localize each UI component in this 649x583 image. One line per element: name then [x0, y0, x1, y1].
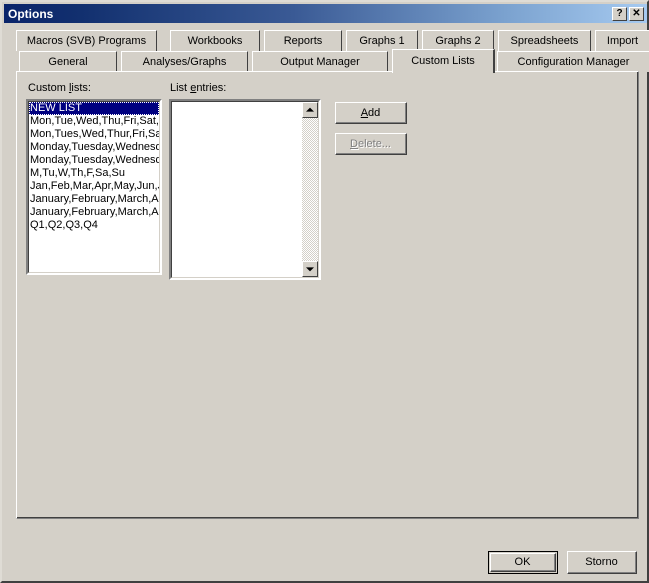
tab-custom-lists[interactable]: Custom Lists [392, 49, 495, 73]
close-icon[interactable]: ✕ [629, 6, 644, 21]
list-item[interactable]: Monday,Tuesday,Wednesday,Thursday,Friday… [29, 141, 159, 154]
add-button-label: Add [336, 103, 406, 123]
list-item[interactable]: Monday,Tuesday,Wednesday,Thursday,Friday… [29, 154, 159, 167]
delete-button: Delete... [335, 133, 407, 155]
list-item[interactable]: NEW LIST [29, 102, 159, 115]
cancel-button-label: Storno [568, 552, 636, 573]
list-entries-listbox[interactable] [169, 99, 321, 280]
tab-workbooks[interactable]: Workbooks [170, 30, 260, 51]
tab-general[interactable]: General [19, 51, 117, 72]
custom-lists-items: NEW LISTMon,Tue,Wed,Thu,Fri,Sat,SunMon,T… [29, 102, 159, 272]
list-item[interactable]: Mon,Tues,Wed,Thur,Fri,Sat,Sun [29, 128, 159, 141]
ok-button-face: OK [490, 553, 556, 572]
options-dialog-window: Options ? ✕ Macros (SVB) Programs Workboo… [0, 0, 649, 583]
tab-macros-svb-programs[interactable]: Macros (SVB) Programs [16, 30, 157, 51]
tab-output-manager[interactable]: Output Manager [252, 51, 388, 72]
help-button[interactable]: ? [612, 6, 627, 21]
title-bar[interactable]: Options ? ✕ [4, 4, 647, 23]
list-item[interactable]: M,Tu,W,Th,F,Sa,Su [29, 167, 159, 180]
list-item[interactable]: January,February,March,April,May,June,Ju… [29, 193, 159, 206]
tab-graphs-1[interactable]: Graphs 1 [346, 30, 418, 51]
custom-lists-label: Custom lists: [28, 82, 91, 94]
tab-analyses-graphs[interactable]: Analyses/Graphs [121, 51, 248, 72]
list-entries-items [172, 102, 318, 277]
scroll-up-icon[interactable] [302, 102, 318, 118]
tab-reports[interactable]: Reports [264, 30, 342, 51]
list-item[interactable]: Jan,Feb,Mar,Apr,May,Jun,Jul,Aug,Sep,Oct,… [29, 180, 159, 193]
tab-graphs-2[interactable]: Graphs 2 [422, 30, 494, 51]
add-button[interactable]: Add [335, 102, 407, 124]
tab-row-2: General Analyses/Graphs Output Manager Cust… [16, 49, 649, 73]
title-bar-buttons: ? ✕ [612, 6, 644, 21]
list-entries-scrollbar[interactable] [302, 102, 318, 277]
list-entries-label: List entries: [170, 82, 227, 94]
custom-lists-listbox[interactable]: NEW LISTMon,Tue,Wed,Thu,Fri,Sat,SunMon,T… [26, 99, 162, 275]
list-entries-listbox-inner [171, 101, 319, 278]
ok-button-label: OK [491, 554, 555, 571]
tab-spreadsheets[interactable]: Spreadsheets [498, 30, 591, 51]
list-item[interactable]: Q1,Q2,Q3,Q4 [29, 219, 159, 232]
tab-strip: Macros (SVB) Programs Workbooks Reports Gra… [16, 30, 649, 73]
tab-import[interactable]: Import [595, 30, 649, 51]
window-title: Options [8, 6, 54, 21]
list-item[interactable]: January,February,March,April,May,June,Ju… [29, 206, 159, 219]
scroll-down-icon[interactable] [302, 261, 318, 277]
cancel-button[interactable]: Storno [567, 551, 637, 574]
tab-configuration-manager[interactable]: Configuration Manager [497, 51, 649, 72]
tab-row-1: Macros (SVB) Programs Workbooks Reports Gra… [16, 30, 649, 51]
list-item[interactable]: Mon,Tue,Wed,Thu,Fri,Sat,Sun [29, 115, 159, 128]
ok-button[interactable]: OK [488, 551, 558, 574]
custom-lists-listbox-inner: NEW LISTMon,Tue,Wed,Thu,Fri,Sat,SunMon,T… [28, 101, 160, 273]
delete-button-label: Delete... [336, 134, 406, 154]
